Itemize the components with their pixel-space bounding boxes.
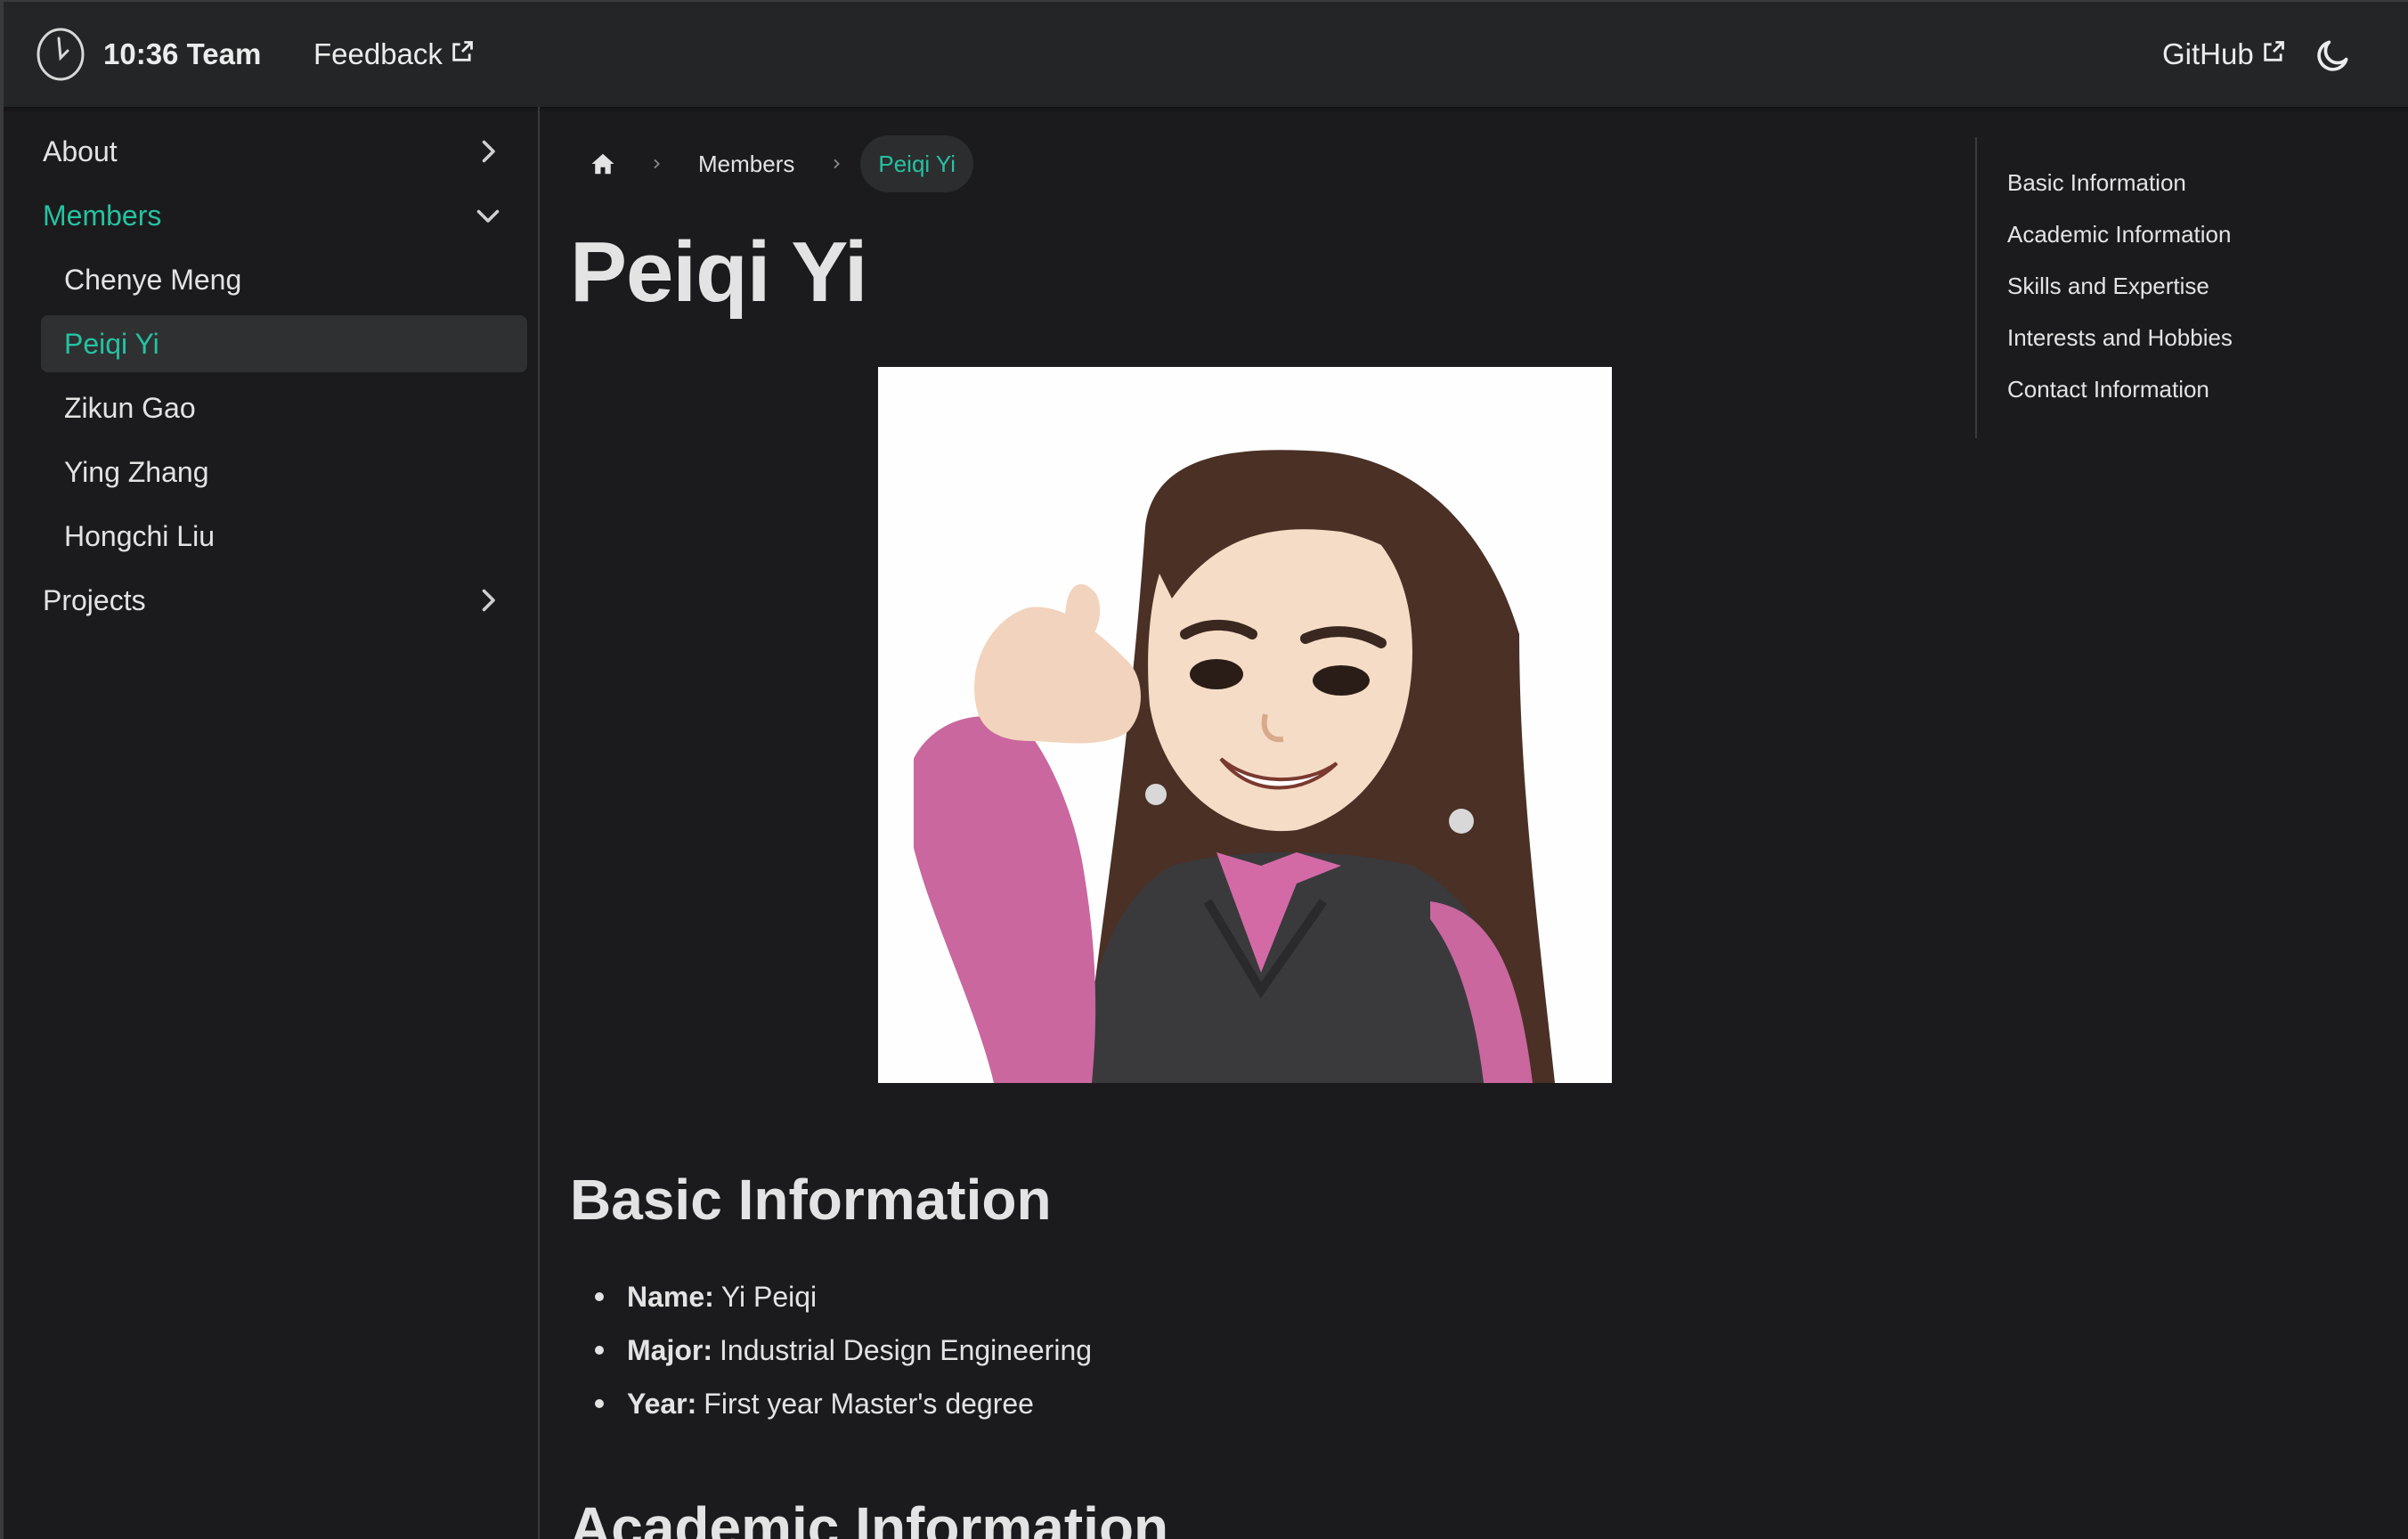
breadcrumb: Members Peiqi Yi (574, 135, 974, 192)
external-link-icon (2263, 41, 2284, 61)
bullet-icon (595, 1346, 604, 1355)
sidebar-item-members[interactable]: Members (41, 187, 527, 244)
brand-title: 10:36 Team (103, 37, 262, 70)
list-item: Major: Industrial Design Engineering (595, 1323, 1092, 1377)
section-heading-academic-information: Academic Information (570, 1495, 1169, 1539)
toc-link-academic-information[interactable]: Academic Information (2007, 221, 2231, 248)
sidebar-item-zikun-gao[interactable]: Zikun Gao (41, 379, 527, 436)
section-heading-basic-information: Basic Information (570, 1168, 1052, 1232)
sidebar-item-about[interactable]: About (41, 123, 527, 180)
info-key: Name: (627, 1281, 714, 1313)
info-value: Industrial Design Engineering (720, 1334, 1093, 1366)
sidebar-item-hongchi-liu[interactable]: Hongchi Liu (41, 508, 527, 565)
home-icon (591, 153, 614, 175)
chevron-down-icon[interactable] (472, 200, 504, 232)
info-value: Yi Peiqi (720, 1281, 818, 1313)
table-of-contents: Basic Information Academic Information S… (1975, 137, 2367, 438)
toc-link-basic-information[interactable]: Basic Information (2007, 169, 2186, 197)
info-key: Year: (627, 1388, 697, 1420)
brand-link[interactable]: 10:36 Team (34, 26, 261, 83)
sidebar: About Members Chenye Meng Peiqi Yi Zikun… (4, 107, 540, 1539)
sidebar-item-chenye-meng[interactable]: Chenye Meng (41, 251, 527, 308)
page-title: Peiqi Yi (570, 224, 867, 320)
member-avatar-image (878, 367, 1612, 1083)
sidebar-item-label: Projects (43, 583, 146, 616)
sidebar-item-label: Chenye Meng (64, 263, 242, 296)
breadcrumb-current: Peiqi Yi (860, 135, 974, 192)
feedback-label: Feedback (313, 37, 443, 70)
feedback-link[interactable]: Feedback (313, 37, 475, 71)
list-item: Year: First year Master's degree (595, 1377, 1092, 1430)
sidebar-item-label: Peiqi Yi (64, 327, 159, 360)
bullet-icon (595, 1399, 604, 1408)
sidebar-item-label: Zikun Gao (64, 391, 196, 424)
top-navbar: 10:36 Team Feedback GitHub (4, 2, 2408, 107)
chevron-right-icon[interactable] (472, 135, 504, 167)
sidebar-item-label: Ying Zhang (64, 455, 209, 488)
avatar-illustration (878, 367, 1612, 1083)
moon-icon[interactable] (2314, 36, 2353, 75)
sidebar-item-peiqi-yi[interactable]: Peiqi Yi (41, 315, 527, 372)
sidebar-item-label: Hongchi Liu (64, 519, 215, 552)
app-window: 10:36 Team Feedback GitHub About Members (0, 0, 2408, 1539)
basic-info-list: Name: Yi Peiqi Major: Industrial Design … (595, 1270, 1092, 1430)
breadcrumb-separator-icon (823, 135, 850, 192)
sidebar-item-label: Members (43, 199, 162, 232)
info-key: Major: (627, 1334, 712, 1366)
bullet-icon (595, 1292, 604, 1301)
chevron-right-icon[interactable] (472, 584, 504, 616)
toc-link-interests-and-hobbies[interactable]: Interests and Hobbies (2007, 324, 2233, 352)
sidebar-item-label: About (43, 134, 118, 167)
sidebar-item-projects[interactable]: Projects (41, 572, 527, 629)
breadcrumb-home[interactable] (574, 135, 632, 192)
info-value: First year Master's degree (704, 1388, 1034, 1420)
github-link[interactable]: GitHub (2162, 37, 2286, 71)
github-label: GitHub (2162, 37, 2254, 70)
external-link-icon (452, 41, 473, 61)
breadcrumb-separator-icon (643, 135, 670, 192)
toc-link-contact-information[interactable]: Contact Information (2007, 376, 2209, 403)
list-item: Name: Yi Peiqi (595, 1270, 1092, 1323)
sidebar-item-ying-zhang[interactable]: Ying Zhang (41, 444, 527, 501)
toc-link-skills-and-expertise[interactable]: Skills and Expertise (2007, 273, 2209, 300)
clock-logo-icon (37, 28, 85, 81)
breadcrumb-members[interactable]: Members (680, 135, 812, 192)
